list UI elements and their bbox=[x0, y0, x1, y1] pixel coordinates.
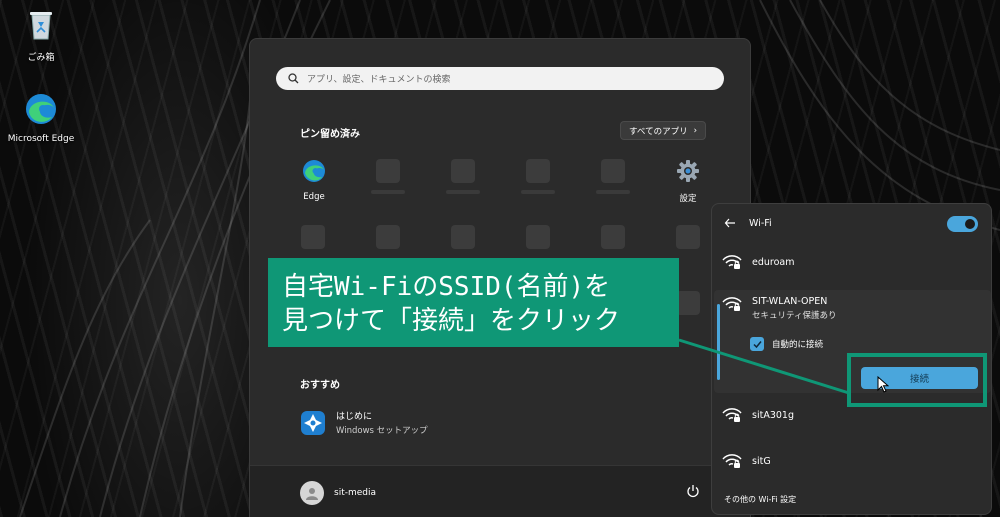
pinned-section-title: ピン留め済み bbox=[300, 129, 360, 140]
desktop-icon-label: Microsoft Edge bbox=[7, 134, 75, 144]
power-icon[interactable] bbox=[686, 484, 700, 498]
wifi-secured-icon bbox=[722, 408, 742, 422]
pinned-app-label: 設定 bbox=[679, 194, 697, 204]
pinned-app-placeholder bbox=[451, 159, 475, 183]
pinned-app-settings[interactable]: 設定 bbox=[658, 159, 718, 204]
wifi-network-ssid: eduroam bbox=[752, 256, 795, 268]
edge-icon bbox=[26, 94, 56, 124]
avatar bbox=[300, 481, 324, 505]
mouse-cursor-icon bbox=[877, 376, 889, 393]
connect-button-highlight bbox=[847, 353, 987, 407]
wifi-network-ssid: sitG bbox=[752, 455, 771, 467]
pinned-app-placeholder-label bbox=[371, 190, 405, 194]
auto-connect-label: 自動的に接続 bbox=[772, 340, 824, 350]
pinned-app-placeholder bbox=[676, 291, 700, 315]
start-menu-footer: sit-media bbox=[250, 465, 750, 517]
wifi-secured-icon bbox=[722, 255, 742, 269]
search-input[interactable]: アプリ、設定、ドキュメントの検索 bbox=[276, 67, 724, 90]
user-account-button[interactable]: sit-media bbox=[300, 481, 376, 505]
pinned-app-placeholder bbox=[376, 225, 400, 249]
desktop-icon-edge[interactable]: Microsoft Edge bbox=[6, 92, 76, 144]
wifi-secured-icon bbox=[722, 454, 742, 468]
recommended-section-title: おすすめ bbox=[300, 380, 340, 391]
recommended-item-get-started[interactable]: はじめに Windows セットアップ bbox=[300, 409, 428, 436]
pinned-app-label: Edge bbox=[303, 192, 325, 202]
pinned-app-edge[interactable]: Edge bbox=[284, 159, 344, 202]
instruction-callout: 自宅Wi-FiのSSID(名前)を 見つけて「接続」をクリック bbox=[268, 258, 679, 347]
back-arrow-icon[interactable] bbox=[724, 217, 736, 229]
wifi-network-ssid: SIT-WLAN-OPEN bbox=[752, 296, 828, 307]
wifi-network-sit-wlan-open-info: SIT-WLAN-OPEN セキュリティ保護あり bbox=[722, 296, 837, 321]
checkmark-icon bbox=[752, 340, 762, 348]
desktop-icon-label: ごみ箱 bbox=[27, 53, 55, 63]
auto-connect-checkbox[interactable]: 自動的に接続 bbox=[750, 337, 823, 351]
pinned-app-placeholder bbox=[301, 225, 325, 249]
wifi-network-sita301g[interactable]: sitA301g bbox=[722, 407, 794, 423]
pinned-app-placeholder bbox=[601, 225, 625, 249]
recommended-item-subtitle: Windows セットアップ bbox=[336, 426, 428, 436]
all-apps-label: すべてのアプリ bbox=[629, 126, 688, 137]
pinned-app-placeholder bbox=[451, 225, 475, 249]
pinned-app-placeholder bbox=[676, 225, 700, 249]
wifi-network-status: セキュリティ保護あり bbox=[752, 311, 837, 321]
wifi-panel-title: Wi-Fi bbox=[749, 218, 772, 229]
wifi-network-sitg[interactable]: sitG bbox=[722, 453, 771, 469]
user-icon bbox=[306, 488, 318, 500]
selection-indicator bbox=[717, 304, 720, 380]
wifi-toggle[interactable] bbox=[947, 216, 978, 232]
desktop-icon-recycle-bin[interactable]: ごみ箱 bbox=[6, 8, 76, 63]
wifi-secured-icon bbox=[722, 297, 742, 311]
recycle-bin-icon bbox=[30, 12, 52, 40]
wifi-network-eduroam[interactable]: eduroam bbox=[722, 254, 794, 270]
gear-icon bbox=[677, 160, 699, 182]
all-apps-button[interactable]: すべてのアプリ › bbox=[620, 121, 706, 140]
pinned-app-placeholder-label bbox=[596, 190, 630, 194]
pinned-app-placeholder-label bbox=[446, 190, 480, 194]
pinned-app-placeholder bbox=[376, 159, 400, 183]
more-wifi-settings-link[interactable]: その他の Wi-Fi 設定 bbox=[724, 494, 796, 505]
chevron-right-icon: › bbox=[693, 125, 697, 136]
pinned-app-placeholder bbox=[526, 225, 550, 249]
checkbox-checked bbox=[750, 337, 764, 351]
user-name: sit-media bbox=[334, 488, 376, 498]
get-started-icon bbox=[301, 410, 325, 435]
wifi-panel-header: Wi-Fi bbox=[712, 204, 991, 242]
edge-icon bbox=[303, 160, 325, 182]
recommended-item-title: はじめに bbox=[336, 412, 373, 422]
search-placeholder: アプリ、設定、ドキュメントの検索 bbox=[307, 75, 451, 85]
search-icon bbox=[288, 73, 299, 84]
pinned-app-placeholder bbox=[526, 159, 550, 183]
pinned-app-placeholder-label bbox=[521, 190, 555, 194]
pinned-app-placeholder bbox=[601, 159, 625, 183]
wifi-network-ssid: sitA301g bbox=[752, 409, 794, 421]
